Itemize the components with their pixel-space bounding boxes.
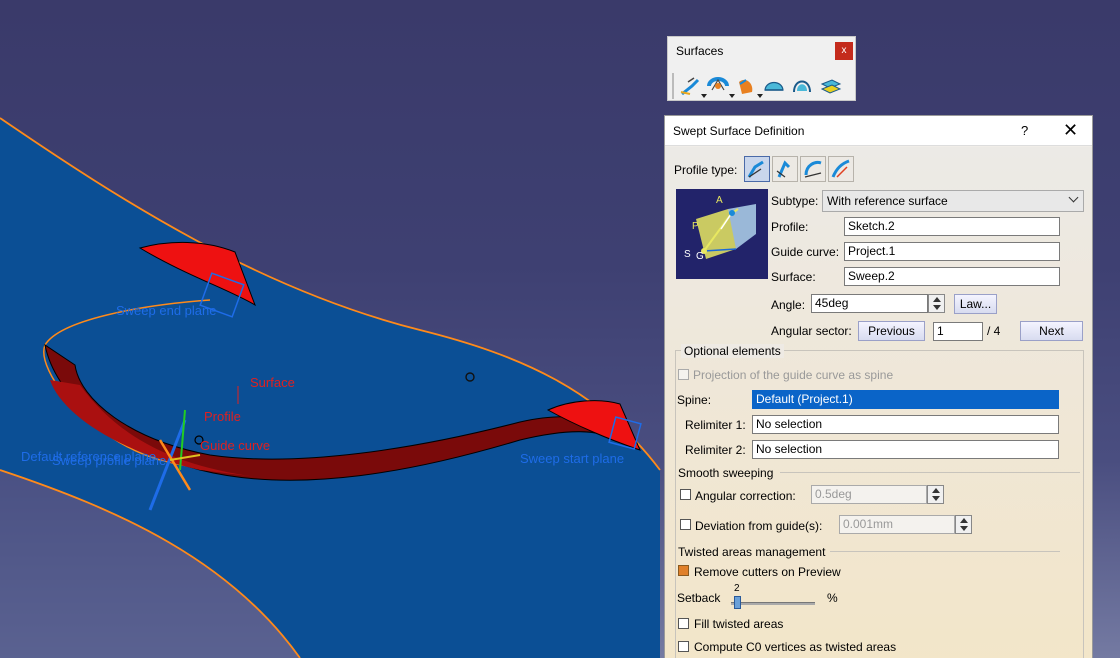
dialog-body: Profile type: A P S G Subtype: With refe… [665,147,1092,658]
smooth-separator [780,472,1080,473]
angular-correction-label: Angular correction: [695,489,796,503]
blend-icon[interactable] [790,74,816,98]
help-button[interactable]: ? [1021,123,1028,138]
setback-value: 2 [734,583,740,594]
preview-letter-s: S [684,249,691,260]
angle-field[interactable]: 45deg [811,294,928,313]
deviation-label: Deviation from guide(s): [695,519,823,533]
profile-type-circle-icon[interactable] [772,156,798,182]
surface-field[interactable]: Sweep.2 [844,267,1060,286]
previous-button[interactable]: Previous [858,321,925,341]
surface-label: Surface: [771,270,816,284]
fill-twisted-checkbox[interactable] [678,618,689,629]
dialog-titlebar[interactable]: Swept Surface Definition ? ✕ [665,116,1092,146]
setback-slider-thumb[interactable] [734,596,741,609]
deviation-checkbox[interactable] [680,519,691,530]
deviation-spinner[interactable] [955,515,972,534]
toolbar-close-button[interactable]: x [835,42,853,60]
angular-sector-total: / 4 [987,324,1001,338]
extrude-icon[interactable] [678,74,707,98]
compute-c0-label: Compute C0 vertices as twisted areas [694,640,897,654]
profile-type-line-icon[interactable] [744,156,770,182]
profile-label: Profile: [771,220,809,234]
angular-sector-label: Angular sector: [771,324,852,338]
setback-unit: % [827,591,838,605]
label-guide-curve: Guide curve [200,438,270,453]
relimiter2-label: Relimiter 2: [685,443,746,457]
preview-letter-a: A [716,195,723,206]
profile-type-explicit-icon[interactable] [828,156,854,182]
fill-twisted-label: Fill twisted areas [694,617,784,631]
guide-curve-label: Guide curve: [771,245,840,259]
fill-icon[interactable] [762,74,788,98]
relimiter1-field[interactable]: No selection [752,415,1059,434]
profile-type-label: Profile type: [674,163,738,177]
surfaces-toolbar: Surfaces x [667,36,856,101]
close-button[interactable]: ✕ [1063,120,1078,141]
subtype-preview-image: A P S G [676,189,768,279]
angular-correction-checkbox[interactable] [680,489,691,500]
preview-letter-g: G [696,251,704,262]
remove-cutters-checkbox[interactable] [678,565,689,576]
preview-letter-p: P [692,221,699,232]
toolbar-icons [672,73,852,99]
offset-icon[interactable] [818,74,844,98]
label-sweep-profile-plane: Sweep profile plane [52,453,166,468]
spine-label: Spine: [677,393,712,407]
guide-curve-field[interactable]: Project.1 [844,242,1060,261]
label-sweep-end-plane: Sweep end plane [116,303,216,318]
angle-spinner[interactable] [928,294,945,313]
label-surface: Surface [250,375,295,390]
dialog-title: Swept Surface Definition [673,124,805,138]
next-button[interactable]: Next [1020,321,1083,341]
chevron-down-icon [1068,192,1079,203]
relimiter2-field[interactable]: No selection [752,440,1059,459]
projection-label: Projection of the guide curve as spine [693,368,894,382]
twisted-areas-title: Twisted areas management [678,545,826,559]
angle-label: Angle: [771,298,806,312]
deviation-field[interactable]: 0.001mm [839,515,955,534]
angular-correction-field[interactable]: 0.5deg [811,485,927,504]
spine-field[interactable]: Default (Project.1) [752,390,1059,409]
smooth-sweeping-title: Smooth sweeping [678,466,774,480]
swept-surface-dialog: Swept Surface Definition ? ✕ Profile typ… [664,115,1093,658]
subtype-select[interactable]: With reference surface [822,190,1084,212]
toolbar-title: Surfaces [676,44,724,58]
remove-cutters-label: Remove cutters on Preview [694,565,841,579]
setback-label: Setback [677,591,721,605]
angular-correction-spinner[interactable] [927,485,944,504]
compute-c0-checkbox[interactable] [678,641,689,652]
optional-elements-title: Optional elements [681,344,784,358]
projection-checkbox[interactable] [678,369,689,380]
relimiter1-label: Relimiter 1: [685,418,746,432]
subtype-label: Subtype: [771,194,819,208]
law-button[interactable]: Law... [954,294,997,314]
revolve-icon[interactable] [706,74,735,98]
label-profile: Profile [204,409,241,424]
twisted-separator [830,551,1060,552]
setback-slider-track[interactable] [731,602,815,605]
subtype-value: With reference surface [827,194,948,208]
label-sweep-start-plane: Sweep start plane [520,451,624,466]
sweep-icon[interactable] [734,74,763,98]
profile-field[interactable]: Sketch.2 [844,217,1060,236]
angular-sector-field[interactable]: 1 [933,322,983,341]
profile-type-conic-icon[interactable] [800,156,826,182]
